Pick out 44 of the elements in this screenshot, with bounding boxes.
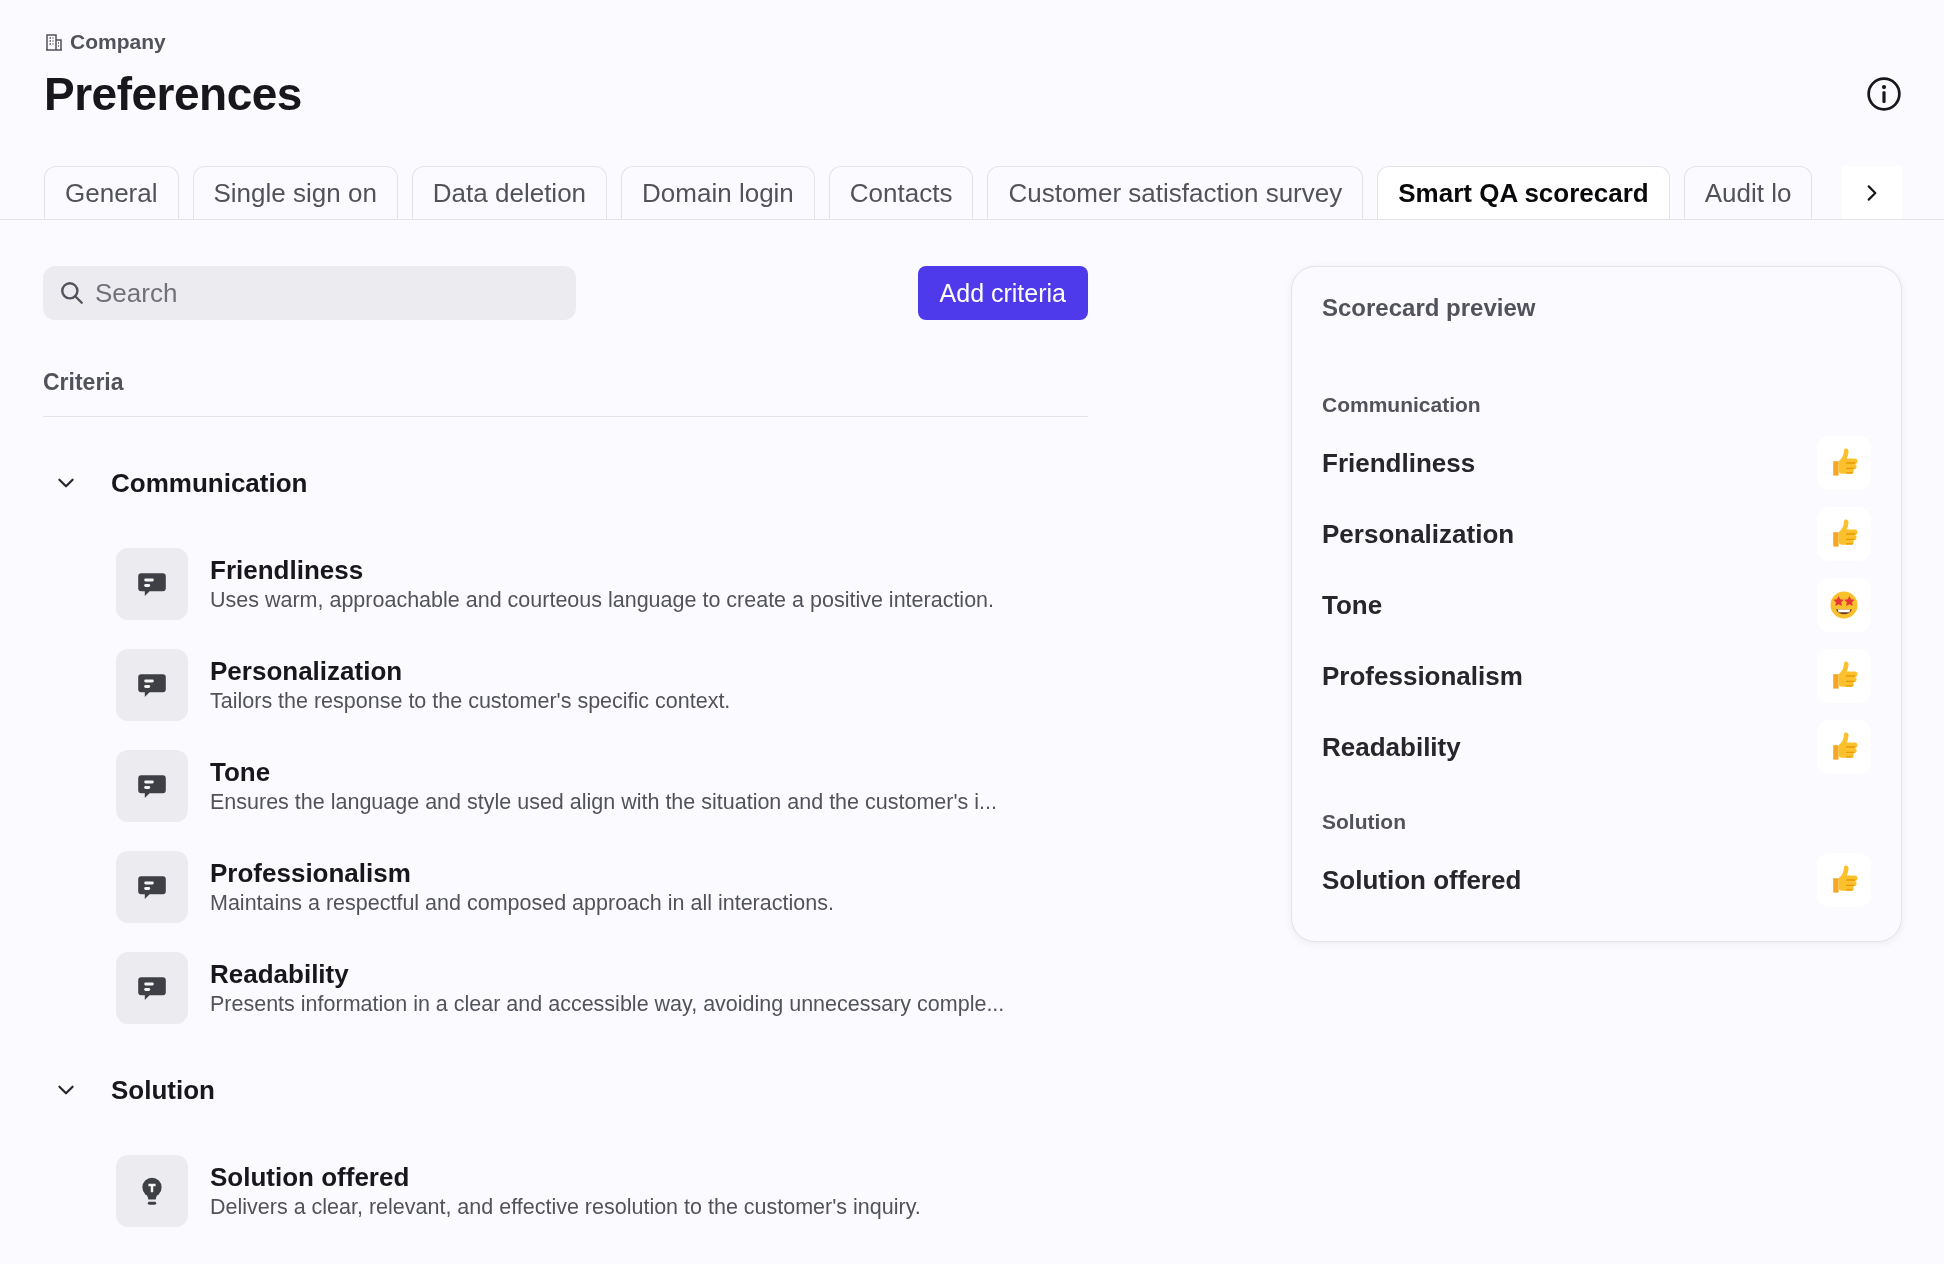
rating-tile[interactable] <box>1817 649 1871 703</box>
criterion-title[interactable]: Friendliness <box>210 554 995 586</box>
rating-tile[interactable] <box>1817 853 1871 907</box>
building-icon <box>44 32 64 52</box>
section-heading: Criteria <box>43 369 1088 417</box>
criterion-title[interactable]: Tone <box>210 756 997 788</box>
group-heading: Communication <box>111 467 308 499</box>
group-heading: Solution <box>111 1074 215 1106</box>
criterion-description: Maintains a respectful and composed approach in all interactions. <box>210 890 834 917</box>
breadcrumb[interactable]: Company <box>70 30 166 54</box>
criterion-description: Delivers a clear, relevant, and effective resolution to the customer's inquiry. <box>210 1194 921 1221</box>
card-title: Scorecard preview <box>1322 293 1537 323</box>
rating-tile[interactable] <box>1817 507 1871 561</box>
tab[interactable]: Data deletion <box>411 166 608 219</box>
info-icon[interactable] <box>1866 76 1902 112</box>
group-heading: Solution <box>1322 809 1407 835</box>
criterion-title: Personalization <box>1322 518 1515 550</box>
search-field[interactable]: Search <box>43 266 576 320</box>
tab[interactable]: General <box>44 166 179 219</box>
tab[interactable]: Contacts <box>828 166 974 219</box>
criterion-title[interactable]: Professionalism <box>210 857 834 889</box>
criterion-title[interactable]: Personalization <box>210 655 731 687</box>
criterion-title: Readability <box>1322 731 1461 763</box>
rating-tile[interactable] <box>1817 720 1871 774</box>
add-criteria-button[interactable]: Add criteria <box>917 266 1088 320</box>
page-title: Preferences <box>44 68 302 120</box>
criterion-description: Uses warm, approachable and courteous language to create a positive interaction. <box>210 587 995 614</box>
tab[interactable]: Audit lo <box>1683 166 1813 219</box>
rating-tile[interactable] <box>1817 578 1871 632</box>
criterion-title: Solution offered <box>1322 864 1522 896</box>
criterion-title: Tone <box>1322 589 1383 621</box>
criterion-title: Friendliness <box>1322 447 1476 479</box>
criterion-title[interactable]: Readability <box>210 958 1005 990</box>
rating-tile[interactable] <box>1817 436 1871 490</box>
criterion-title: Professionalism <box>1322 660 1523 692</box>
criterion-description: Ensures the language and style used align with the situation and the customer's i... <box>210 789 997 816</box>
tab[interactable]: Customer satisfaction survey <box>987 166 1364 219</box>
tab[interactable]: Single sign on <box>192 166 398 219</box>
group-heading: Communication <box>1322 392 1482 418</box>
tab[interactable]: Smart QA scorecard <box>1377 166 1670 219</box>
tab[interactable]: Domain login <box>621 166 815 219</box>
criterion-description: Presents information in a clear and accessible way, avoiding unnecessary comple... <box>210 991 1005 1018</box>
criterion-title[interactable]: Solution offered <box>210 1161 921 1193</box>
criterion-description: Tailors the response to the customer's specific context. <box>210 688 731 715</box>
